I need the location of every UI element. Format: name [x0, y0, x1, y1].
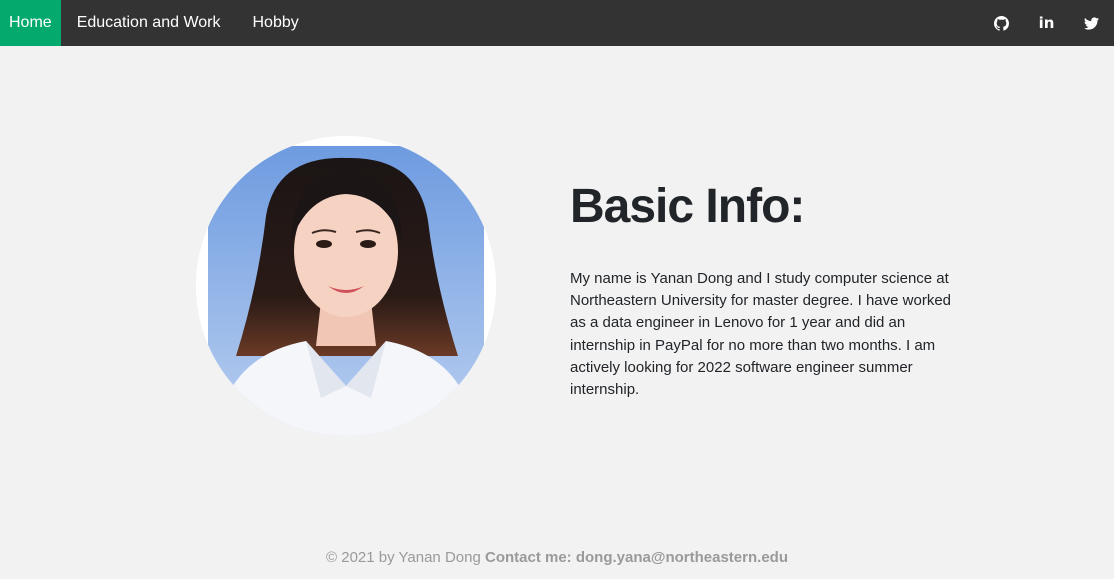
- nav-home[interactable]: Home: [0, 0, 61, 46]
- profile-photo: [196, 136, 496, 436]
- footer-contact[interactable]: Contact me: dong.yana@northeastern.edu: [485, 549, 788, 566]
- linkedin-icon[interactable]: in: [1024, 0, 1069, 46]
- bio-paragraph: My name is Yanan Dong and I study comput…: [570, 270, 951, 399]
- page-title: Basic Info:: [570, 180, 805, 233]
- profile-photo-illustration: [196, 136, 496, 436]
- nav-education-and-work[interactable]: Education and Work: [61, 0, 237, 46]
- nav-hobby[interactable]: Hobby: [236, 0, 314, 46]
- github-icon[interactable]: [979, 0, 1024, 46]
- top-navbar: Home Education and Work Hobby in: [0, 0, 1114, 46]
- footer: © 2021 by Yanan Dong Contact me: dong.ya…: [0, 549, 1114, 566]
- twitter-icon[interactable]: [1069, 0, 1114, 46]
- footer-copyright: © 2021 by Yanan Dong: [326, 549, 481, 566]
- basic-info-section: Basic Info: My name is Yanan Dong and I …: [570, 178, 970, 401]
